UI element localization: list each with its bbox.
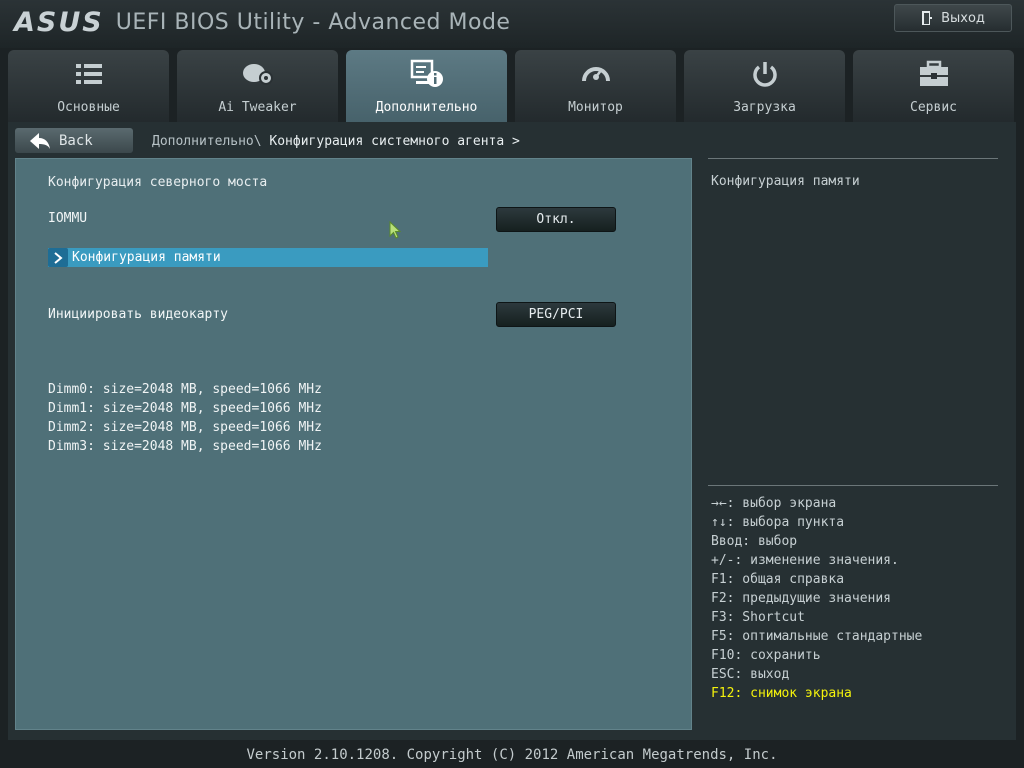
brand: ASUS UEFI BIOS Utility - Advanced Mode bbox=[14, 5, 510, 39]
submenu-memory-config[interactable]: Конфигурация памяти bbox=[48, 248, 488, 267]
back-button[interactable]: Back bbox=[15, 128, 133, 153]
tab-label: Ai Tweaker bbox=[218, 100, 297, 115]
section-title: Конфигурация северного моста bbox=[48, 175, 268, 190]
tab-tool[interactable]: Сервис bbox=[853, 50, 1014, 122]
gpu-init-label: Инициировать видеокарту bbox=[48, 307, 229, 322]
hotkey-item: →←: выбор экрана bbox=[711, 496, 837, 511]
back-label: Back bbox=[59, 132, 93, 149]
hotkey-item: F2: предыдущие значения bbox=[711, 591, 892, 606]
hotkey-item: F10: сохранить bbox=[711, 648, 821, 663]
ai-tweaker-icon bbox=[241, 58, 275, 90]
toolbox-icon bbox=[917, 58, 951, 90]
tab-label: Основные bbox=[57, 100, 120, 115]
divider bbox=[708, 158, 998, 159]
breadcrumb-parent[interactable]: Дополнительно\ bbox=[152, 134, 262, 149]
hotkey-item-screenshot: F12: снимок экрана bbox=[711, 686, 852, 701]
hotkey-item: F5: оптимальные стандартные bbox=[711, 629, 923, 644]
breadcrumb: Дополнительно\ Конфигурация системного а… bbox=[152, 134, 520, 149]
hotkey-item: Ввод: выбор bbox=[711, 534, 798, 549]
tab-monitor[interactable]: Монитор bbox=[515, 50, 676, 122]
list-icon bbox=[74, 58, 104, 90]
tab-main[interactable]: Основные bbox=[8, 50, 169, 122]
exit-door-icon bbox=[922, 11, 933, 25]
breadcrumb-current: Конфигурация системного агента > bbox=[269, 134, 520, 149]
submenu-label: Конфигурация памяти bbox=[72, 250, 221, 265]
title-bar: ASUS UEFI BIOS Utility - Advanced Mode В… bbox=[0, 0, 1024, 48]
hotkey-item: ESC: выход bbox=[711, 667, 790, 682]
gauge-icon bbox=[580, 58, 612, 90]
hotkey-item: ↑↓: выбора пункта bbox=[711, 515, 845, 530]
exit-label: Выход bbox=[941, 10, 985, 26]
hotkey-list: →←: выбор экрана ↑↓: выбора пункта Ввод:… bbox=[711, 496, 922, 705]
help-title: Конфигурация памяти bbox=[711, 174, 860, 189]
settings-panel: Конфигурация северного моста IOMMU Откл.… bbox=[15, 158, 692, 730]
mouse-cursor-icon bbox=[389, 220, 402, 243]
gpu-init-value-button[interactable]: PEG/PCI bbox=[496, 302, 616, 327]
version-footer: Version 2.10.1208. Copyright (C) 2012 Am… bbox=[246, 747, 778, 763]
asus-logo: ASUS bbox=[14, 6, 104, 38]
tab-label: Сервис bbox=[910, 100, 957, 115]
hotkey-item[interactable]: F3: Shortcut bbox=[711, 610, 922, 629]
advanced-info-icon bbox=[410, 58, 444, 90]
tab-label: Дополнительно bbox=[375, 100, 478, 115]
app-title: UEFI BIOS Utility - Advanced Mode bbox=[115, 9, 511, 35]
dimm-info: Dimm2: size=2048 MB, speed=1066 MHz bbox=[48, 420, 322, 435]
tab-label: Загрузка bbox=[733, 100, 796, 115]
hotkey-item: F1: общая справка bbox=[711, 572, 845, 587]
power-icon bbox=[750, 58, 780, 90]
tab-ai-tweaker[interactable]: Ai Tweaker bbox=[177, 50, 338, 122]
iommu-label: IOMMU bbox=[48, 211, 88, 226]
divider bbox=[708, 485, 998, 486]
iommu-value-button[interactable]: Откл. bbox=[496, 207, 616, 232]
dimm-info: Dimm0: size=2048 MB, speed=1066 MHz bbox=[48, 382, 322, 397]
tab-boot[interactable]: Загрузка bbox=[684, 50, 845, 122]
dimm-info: Dimm1: size=2048 MB, speed=1066 MHz bbox=[48, 401, 322, 416]
help-panel: Конфигурация памяти →←: выбор экрана ↑↓:… bbox=[708, 158, 998, 730]
hotkey-item: +/-: изменение значения. bbox=[711, 553, 899, 568]
chevron-right-icon bbox=[48, 248, 68, 267]
tab-advanced[interactable]: Дополнительно bbox=[346, 50, 507, 122]
back-arrow-icon bbox=[30, 132, 50, 149]
tab-label: Монитор bbox=[568, 100, 623, 115]
exit-button[interactable]: Выход bbox=[894, 4, 1012, 32]
dimm-info: Dimm3: size=2048 MB, speed=1066 MHz bbox=[48, 439, 322, 454]
main-tabs: Основные Ai Tweaker Дополнительно Монито… bbox=[8, 50, 1016, 122]
